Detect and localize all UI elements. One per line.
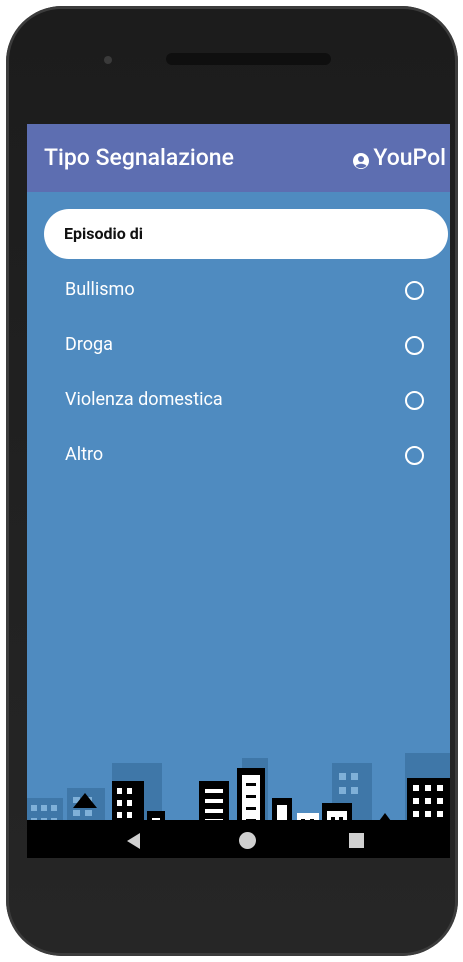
option-bullismo[interactable]: Bullismo xyxy=(27,269,450,313)
option-label: Bullismo xyxy=(65,279,135,300)
android-navigation-bar xyxy=(27,820,450,858)
radio-button[interactable] xyxy=(405,391,424,410)
option-label: Violenza domestica xyxy=(65,389,223,410)
account-circle-icon xyxy=(352,149,370,169)
phone-frame: Tipo Segnalazione YouPol Episodio di Bul… xyxy=(6,6,458,956)
option-label: Droga xyxy=(65,334,113,355)
back-icon[interactable] xyxy=(127,833,140,849)
front-camera xyxy=(104,56,112,64)
earpiece-speaker xyxy=(166,53,331,65)
app-bar: Tipo Segnalazione YouPol xyxy=(27,124,450,192)
brand-name: YouPol xyxy=(373,144,446,171)
brand-logo[interactable]: YouPol xyxy=(352,144,446,171)
option-violenza-domestica[interactable]: Violenza domestica xyxy=(27,379,450,423)
radio-button[interactable] xyxy=(405,336,424,355)
radio-button[interactable] xyxy=(405,281,424,300)
page-title: Tipo Segnalazione xyxy=(44,144,234,171)
radio-button[interactable] xyxy=(405,446,424,465)
option-altro[interactable]: Altro xyxy=(27,434,450,478)
section-header: Episodio di xyxy=(44,209,448,259)
home-icon[interactable] xyxy=(239,832,256,849)
recents-icon[interactable] xyxy=(349,833,364,848)
option-droga[interactable]: Droga xyxy=(27,324,450,368)
option-label: Altro xyxy=(65,444,104,465)
section-label: Episodio di xyxy=(64,224,143,243)
app-screen: Tipo Segnalazione YouPol Episodio di Bul… xyxy=(27,124,450,858)
